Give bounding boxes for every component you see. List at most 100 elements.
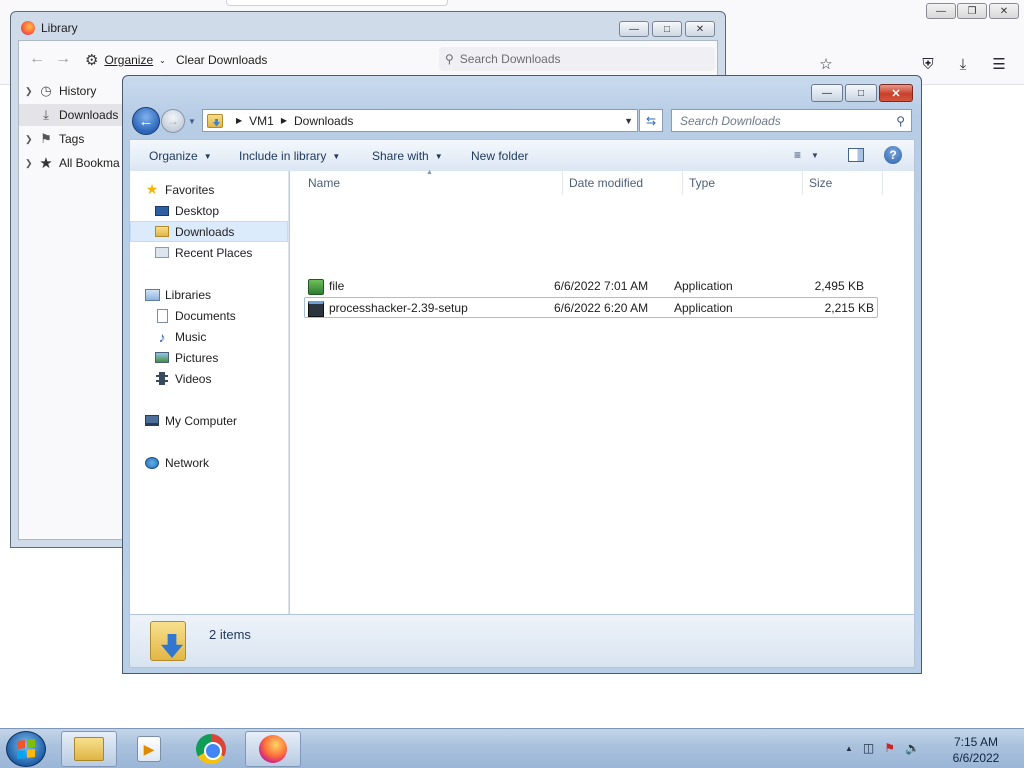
- new-folder-button[interactable]: New folder: [471, 149, 528, 163]
- back-button[interactable]: ←: [132, 107, 160, 135]
- taskbar-media-player-button[interactable]: ▶: [121, 731, 177, 767]
- address-bar[interactable]: ▶ VM1 ▶ Downloads ▼: [202, 109, 638, 132]
- clear-downloads-button[interactable]: Clear Downloads: [176, 53, 267, 67]
- nav-favorites[interactable]: ★ Favorites: [144, 179, 302, 200]
- view-list-icon: ≡: [794, 148, 802, 162]
- nav-my-computer[interactable]: My Computer: [144, 410, 302, 431]
- library-back-icon[interactable]: ←: [29, 50, 45, 68]
- nav-label: Videos: [175, 371, 212, 386]
- nav-network[interactable]: Network: [144, 452, 302, 473]
- firefox-close-button[interactable]: ✕: [989, 3, 1019, 19]
- nav-label: Favorites: [165, 182, 215, 197]
- library-maximize-button[interactable]: □: [652, 21, 682, 37]
- nav-music[interactable]: ♪ Music: [154, 326, 312, 347]
- tree-item-all-bookmarks[interactable]: ❯ ★ All Bookma: [19, 152, 123, 174]
- nav-libraries[interactable]: Libraries: [144, 284, 302, 305]
- refresh-button[interactable]: ⇆: [639, 109, 663, 132]
- breadcrumb-arrow-icon[interactable]: ▶: [281, 116, 287, 125]
- expand-icon[interactable]: ❯: [25, 158, 33, 169]
- windows-logo-icon: [17, 739, 35, 759]
- network-tray-icon[interactable]: ◫: [863, 741, 874, 755]
- tree-item-tags[interactable]: ❯ ⚑ Tags: [19, 128, 123, 150]
- file-name-cell: processhacker-2.39-setup: [308, 301, 468, 317]
- nav-downloads[interactable]: Downloads: [130, 221, 288, 242]
- help-icon[interactable]: ?: [884, 146, 902, 164]
- taskbar-explorer-button[interactable]: [61, 731, 117, 767]
- back-arrow-icon: ←: [138, 112, 154, 130]
- preview-pane-icon[interactable]: [848, 148, 864, 162]
- breadcrumb-downloads[interactable]: Downloads: [294, 114, 353, 128]
- refresh-icon: ⇆: [645, 113, 657, 128]
- library-organize-button[interactable]: ⚙ Organize ⌄: [85, 51, 166, 69]
- nav-documents[interactable]: Documents: [154, 305, 312, 326]
- nav-label: Downloads: [175, 224, 235, 239]
- include-in-library-button[interactable]: Include in library ▼: [239, 149, 340, 163]
- breadcrumb-vm1[interactable]: VM1: [249, 114, 274, 128]
- expand-icon[interactable]: ❯: [25, 134, 33, 145]
- chevron-down-icon: ▼: [811, 150, 819, 160]
- explorer-minimize-button[interactable]: —: [811, 84, 843, 102]
- column-label: Name: [308, 176, 341, 190]
- firefox-restore-button[interactable]: ❐: [957, 3, 987, 19]
- nav-desktop[interactable]: Desktop: [154, 200, 312, 221]
- clock-time: 7:15 AM: [953, 735, 999, 749]
- pocket-icon[interactable]: ⛨: [918, 54, 938, 74]
- column-header-type[interactable]: Type: [683, 171, 803, 195]
- library-minimize-button[interactable]: —: [619, 21, 649, 37]
- firefox-tab[interactable]: [226, 0, 448, 6]
- file-name: processhacker-2.39-setup: [329, 301, 468, 316]
- explorer-window: — □ ✕ ← → ▼ ▶ VM1 ▶ Downloads ▼ ⇆ Search…: [122, 75, 922, 674]
- item-count: 2 items: [209, 627, 251, 642]
- firefox-icon: [259, 735, 287, 763]
- recent-pages-dropdown[interactable]: ▼: [188, 117, 196, 126]
- file-date: 6/6/2022 7:01 AM: [554, 279, 649, 293]
- address-dropdown-icon[interactable]: ▼: [624, 116, 633, 126]
- downloads-folder-icon: [154, 225, 170, 239]
- action-center-icon[interactable]: ⚑: [884, 741, 895, 755]
- nav-pictures[interactable]: Pictures: [154, 347, 312, 368]
- breadcrumb-arrow-icon[interactable]: ▶: [236, 116, 242, 125]
- tree-item-history[interactable]: ❯ ◷ History: [19, 80, 123, 102]
- bookmark-star-icon[interactable]: ☆: [816, 54, 836, 74]
- library-organize-label: Organize: [104, 53, 154, 67]
- column-header-name[interactable]: Name: [302, 171, 563, 195]
- column-label: Date modified: [569, 176, 644, 190]
- firefox-minimize-button[interactable]: —: [926, 3, 956, 19]
- explorer-search-input[interactable]: Search Downloads ⚲: [671, 109, 912, 132]
- menu-icon[interactable]: ☰: [989, 54, 1009, 74]
- volume-icon[interactable]: 🔈: [905, 741, 920, 755]
- clock-icon: ◷: [40, 83, 52, 98]
- taskbar-chrome-button[interactable]: [183, 731, 239, 767]
- taskbar-firefox-button[interactable]: [245, 731, 301, 767]
- share-with-button[interactable]: Share with ▼: [372, 149, 443, 163]
- file-name-cell: file: [308, 279, 344, 295]
- show-hidden-icons-icon[interactable]: ▲: [845, 744, 853, 753]
- file-date: 6/6/2022 6:20 AM: [554, 301, 649, 315]
- column-header-date-modified[interactable]: Date modified: [563, 171, 683, 195]
- desktop-icon: [154, 204, 170, 218]
- tree-item-downloads[interactable]: ⤓ Downloads: [19, 104, 123, 126]
- download-icon: ⤓: [43, 107, 49, 122]
- nav-recent-places[interactable]: Recent Places: [154, 242, 312, 263]
- column-label: Type: [689, 176, 716, 190]
- column-header-size[interactable]: Size: [803, 171, 883, 195]
- file-row[interactable]: file 6/6/2022 7:01 AM Application 2,495 …: [304, 276, 878, 297]
- organize-button[interactable]: Organize ▼: [149, 149, 212, 163]
- forward-button[interactable]: →: [161, 109, 185, 133]
- clock[interactable]: 7:15 AM 6/6/2022: [936, 734, 1016, 766]
- library-close-button[interactable]: ✕: [685, 21, 715, 37]
- library-forward-icon[interactable]: →: [55, 50, 71, 68]
- expand-icon[interactable]: ❯: [25, 86, 33, 97]
- explorer-close-button[interactable]: ✕: [879, 84, 913, 102]
- firefox-logo-icon: [21, 21, 35, 35]
- nav-videos[interactable]: Videos: [154, 368, 312, 389]
- start-button[interactable]: [6, 731, 46, 767]
- file-row[interactable]: processhacker-2.39-setup 6/6/2022 6:20 A…: [304, 297, 878, 318]
- system-tray: ▲ ◫ ⚑ 🔈: [845, 741, 920, 755]
- library-search-input[interactable]: ⚲ Search Downloads: [439, 47, 715, 71]
- network-icon: [144, 456, 160, 470]
- downloads-icon[interactable]: ⤓: [953, 54, 973, 74]
- explorer-maximize-button[interactable]: □: [845, 84, 877, 102]
- documents-icon: [154, 308, 170, 323]
- change-view-button[interactable]: ≡ ▼: [794, 148, 819, 162]
